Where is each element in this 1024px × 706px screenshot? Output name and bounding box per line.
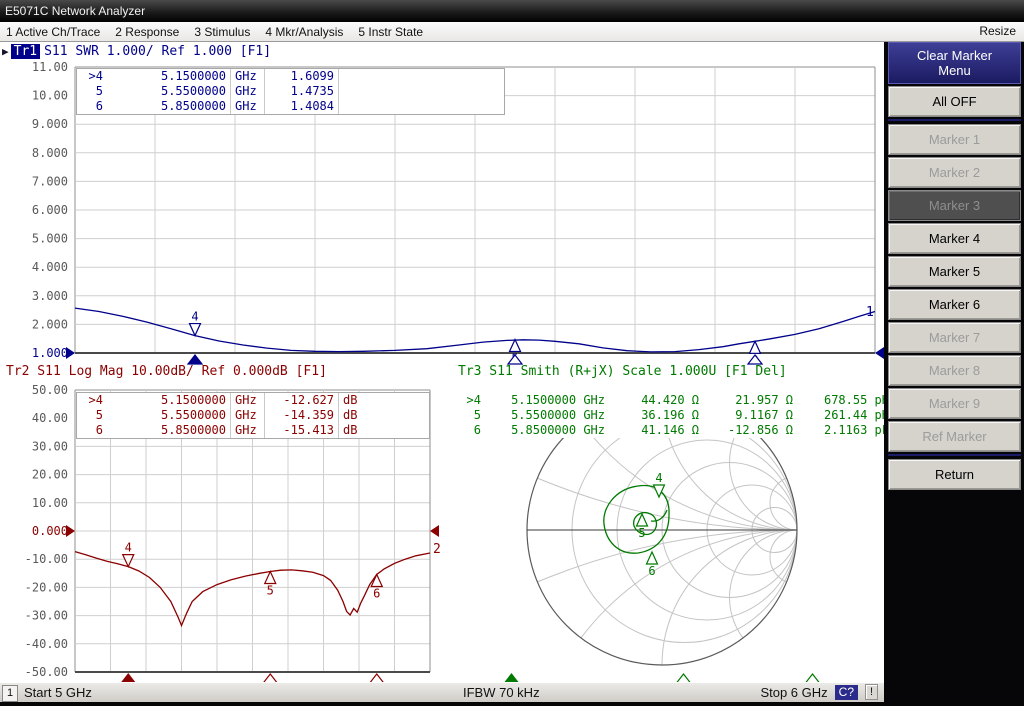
svg-text:20.00: 20.00	[32, 468, 68, 482]
softkey-sidebar: Clear Marker Menu All OFFMarker 1Marker …	[884, 42, 1024, 702]
menu-item-5[interactable]: 5 Instr State	[358, 25, 423, 39]
trace2-marker-table: >45.1500000GHz-12.627dB55.5500000GHz-14.…	[76, 392, 430, 439]
marker-readout-row: >45.1500000GHz-12.627dB	[77, 393, 429, 408]
svg-text:10.00: 10.00	[32, 89, 68, 103]
svg-text:-30.00: -30.00	[25, 609, 68, 623]
trace3-marker-table: >45.1500000 GHz44.420 Ω21.957 Ω678.55 pH…	[455, 393, 889, 438]
trace3-header[interactable]: Tr3 S11 Smith (R+jX) Scale 1.000U [F1 De…	[458, 364, 787, 379]
svg-text:6: 6	[373, 586, 380, 600]
softkey-marker-5[interactable]: Marker 5	[888, 256, 1021, 287]
trace1-marker-table: >45.1500000GHz1.609955.5500000GHz1.47356…	[76, 68, 505, 115]
bottom-edge	[0, 702, 1024, 706]
marker-readout-row: 55.5500000GHz1.4735	[77, 84, 504, 99]
svg-text:4: 4	[191, 310, 198, 324]
menu-item-1[interactable]: 1 Active Ch/Trace	[6, 25, 100, 39]
marker-readout-row: >45.1500000GHz1.6099	[77, 69, 504, 84]
softkey-menu-header: Clear Marker Menu	[888, 42, 1021, 84]
svg-text:-10.00: -10.00	[25, 552, 68, 566]
softkey-separator	[888, 119, 1021, 121]
trace1-title: S11 SWR 1.000/ Ref 1.000 [F1]	[44, 44, 271, 59]
trace1-badge: Tr1	[11, 44, 40, 59]
softkey-marker-6[interactable]: Marker 6	[888, 289, 1021, 320]
softkey-marker-7: Marker 7	[888, 322, 1021, 353]
menu-item-3[interactable]: 3 Stimulus	[194, 25, 250, 39]
softkey-marker-9: Marker 9	[888, 388, 1021, 419]
svg-text:4: 4	[125, 541, 132, 555]
svg-text:-50.00: -50.00	[25, 665, 68, 679]
softkey-marker-4[interactable]: Marker 4	[888, 223, 1021, 254]
softkey-marker-8: Marker 8	[888, 355, 1021, 386]
svg-text:1.000: 1.000	[32, 346, 68, 360]
svg-text:9.000: 9.000	[32, 117, 68, 131]
warning-indicator[interactable]: !	[865, 684, 878, 700]
calibration-badge: C?	[835, 685, 858, 700]
marker-readout-row: 65.8500000GHz1.4084	[77, 99, 504, 114]
svg-text:-40.00: -40.00	[25, 637, 68, 651]
marker-readout-row: 55.5500000GHz-14.359dB	[77, 408, 429, 423]
stop-frequency: Stop 6 GHz	[760, 685, 827, 700]
start-frequency: Start 5 GHz	[24, 685, 92, 700]
status-bar: 1 Start 5 GHz IFBW 70 kHz Stop 6 GHz C? …	[0, 682, 884, 702]
svg-text:6: 6	[648, 564, 655, 578]
menu-items: 1 Active Ch/Trace 2 Response 3 Stimulus 4 M…	[0, 25, 423, 39]
svg-text:50.00: 50.00	[32, 383, 68, 397]
ifbw-readout: IFBW 70 kHz	[463, 685, 540, 700]
softkey-marker-2: Marker 2	[888, 157, 1021, 188]
svg-text:5.000: 5.000	[32, 232, 68, 246]
menu-bar: 1 Active Ch/Trace 2 Response 3 Stimulus 4 M…	[0, 22, 1024, 42]
svg-text:30.00: 30.00	[32, 439, 68, 453]
svg-text:1: 1	[866, 305, 874, 320]
marker-readout-row: >45.1500000 GHz44.420 Ω21.957 Ω678.55 pH	[455, 393, 889, 408]
softkey-list: All OFFMarker 1Marker 2Marker 3Marker 4M…	[888, 86, 1021, 492]
svg-text:10.00: 10.00	[32, 496, 68, 510]
menu-item-2[interactable]: 2 Response	[115, 25, 179, 39]
softkey-marker-3[interactable]: Marker 3	[888, 190, 1021, 221]
svg-text:-20.00: -20.00	[25, 580, 68, 594]
marker-readout-row: 65.8500000 GHz41.146 Ω-12.856 Ω2.1163 pF	[455, 423, 889, 438]
svg-text:5: 5	[267, 583, 274, 597]
svg-text:2.000: 2.000	[32, 317, 68, 331]
svg-text:11.00: 11.00	[32, 60, 68, 74]
svg-text:7.000: 7.000	[32, 174, 68, 188]
trace2-header[interactable]: Tr2 S11 Log Mag 10.00dB/ Ref 0.000dB [F1…	[6, 364, 327, 379]
svg-text:40.00: 40.00	[32, 411, 68, 425]
marker-readout-row: 55.5500000 GHz36.196 Ω9.1167 Ω261.44 pH	[455, 408, 889, 423]
softkey-ref-marker: Ref Marker	[888, 421, 1021, 452]
active-trace-arrow-icon: ▶	[2, 45, 9, 58]
menu-resize[interactable]: Resize	[979, 22, 1016, 41]
svg-text:8.000: 8.000	[32, 146, 68, 160]
softkey-all-off[interactable]: All OFF	[888, 86, 1021, 117]
softkey-marker-1: Marker 1	[888, 124, 1021, 155]
window-title: E5071C Network Analyzer	[0, 0, 1024, 22]
menu-item-4[interactable]: 4 Mkr/Analysis	[265, 25, 343, 39]
trace1-header[interactable]: ▶Tr1 S11 SWR 1.000/ Ref 1.000 [F1]	[2, 44, 271, 59]
softkey-return[interactable]: Return	[888, 459, 1021, 490]
analyzer-app: E5071C Network Analyzer 1 Active Ch/Trac…	[0, 0, 1024, 706]
svg-text:0.000: 0.000	[32, 524, 68, 538]
svg-text:6.000: 6.000	[32, 203, 68, 217]
channel-number: 1	[2, 685, 18, 702]
marker-readout-row: 65.8500000GHz-15.413dB	[77, 423, 429, 438]
svg-text:5: 5	[638, 526, 645, 540]
svg-text:4.000: 4.000	[32, 260, 68, 274]
instrument-screen: 11.00 10.00 9.000 8.000 7.000 6.000 5.000 4.000…	[0, 42, 884, 702]
svg-text:2: 2	[433, 542, 441, 557]
softkey-separator	[888, 454, 1021, 456]
svg-text:4: 4	[655, 471, 662, 485]
svg-text:3.000: 3.000	[32, 289, 68, 303]
charts-canvas: 11.00 10.00 9.000 8.000 7.000 6.000 5.000 4.000…	[0, 42, 884, 682]
